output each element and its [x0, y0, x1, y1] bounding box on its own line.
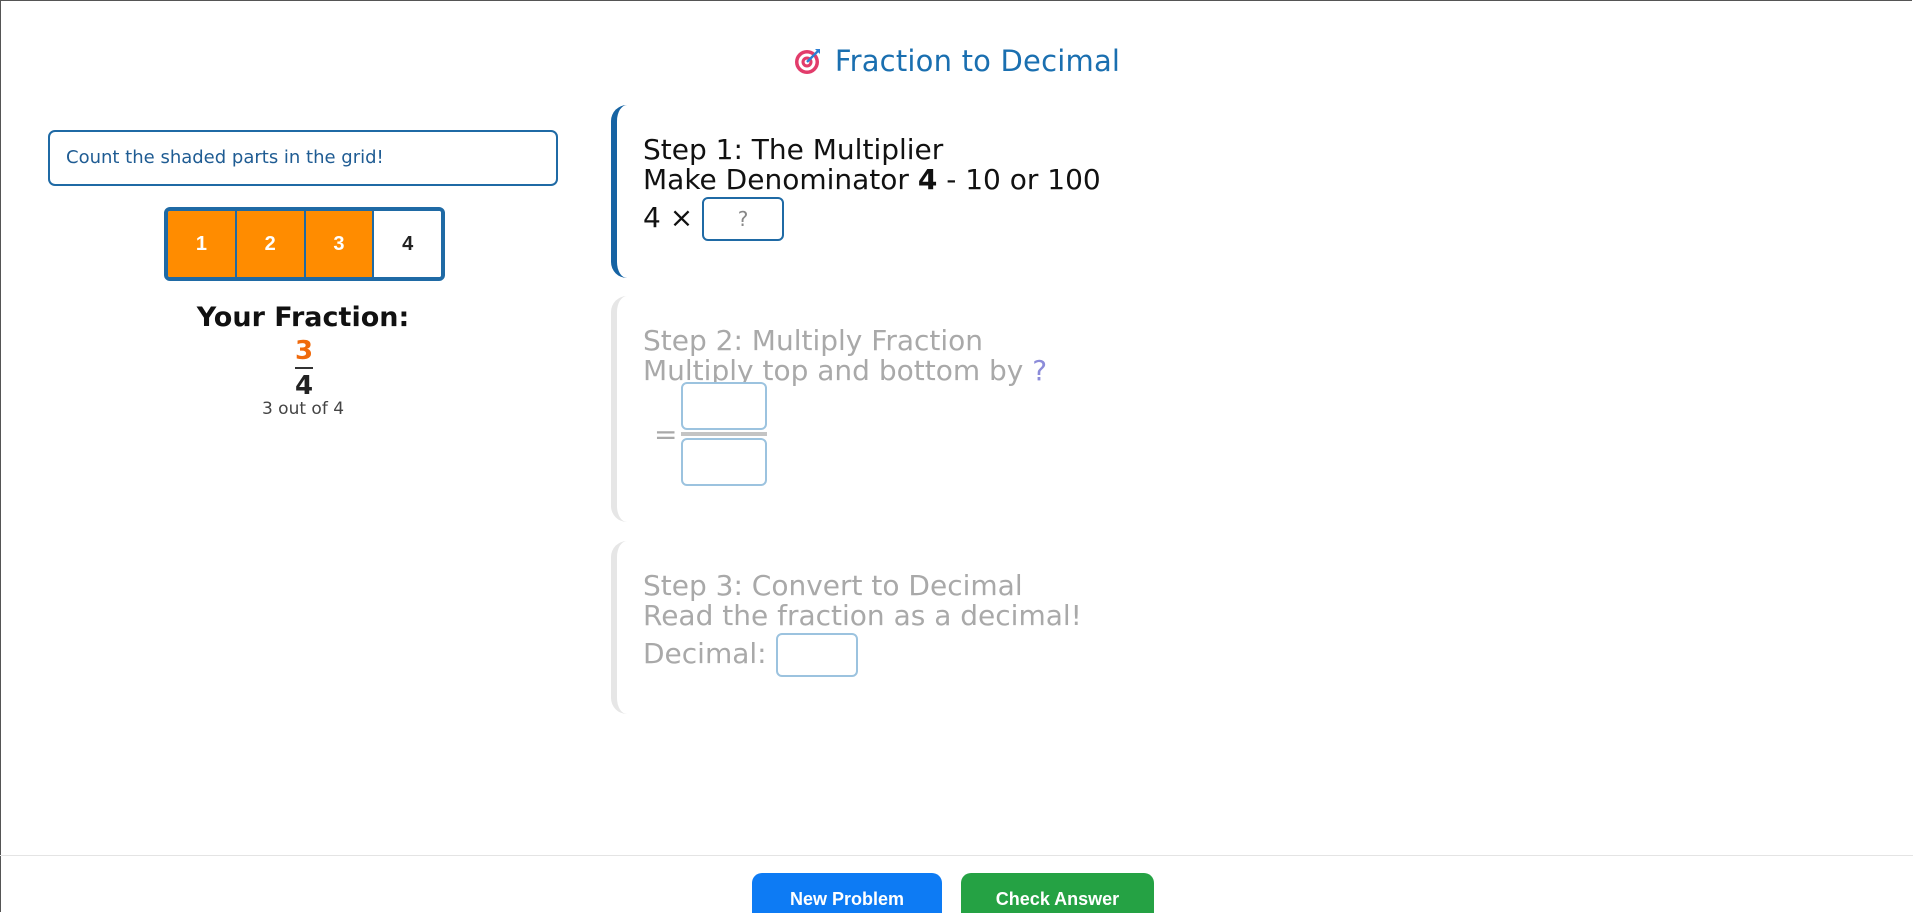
- new-fraction-inputs: [681, 382, 767, 486]
- target-icon: [794, 49, 820, 74]
- step-3-heading: Step 3: Convert to Decimal: [643, 569, 1023, 602]
- step-1-equation-prefix: 4 ×: [643, 201, 694, 234]
- page-title-text: Fraction to Decimal: [834, 44, 1121, 78]
- step-1-instruction-suffix: - 10 or 100: [937, 163, 1101, 196]
- fraction-numerator: 3: [294, 336, 314, 366]
- grid-cell[interactable]: 4: [374, 211, 441, 277]
- fraction-denominator: 4: [294, 371, 314, 401]
- fraction-bar: [295, 367, 313, 369]
- new-denominator-input[interactable]: [681, 438, 767, 486]
- grid-cell[interactable]: 1: [168, 211, 237, 277]
- step-1-equation: 4 × ?: [643, 197, 1311, 241]
- fraction-grid: 1234: [164, 207, 445, 281]
- step-3-decimal-row: Decimal:: [643, 633, 1311, 677]
- step-1-card: Step 1: The Multiplier Make Denominator …: [611, 105, 1311, 278]
- new-numerator-input[interactable]: [681, 382, 767, 430]
- multiplier-input[interactable]: ?: [702, 197, 785, 241]
- grid-cell[interactable]: 2: [236, 211, 306, 277]
- your-fraction-label: Your Fraction:: [196, 302, 410, 333]
- footer-divider: [0, 855, 1913, 856]
- decimal-label: Decimal:: [643, 637, 767, 670]
- step-3-instruction: Read the fraction as a decimal!: [643, 599, 1082, 632]
- step-2-heading: Step 2: Multiply Fraction: [643, 324, 984, 357]
- hint-box: Count the shaded parts in the grid!: [48, 130, 558, 186]
- step-1-heading: Step 1: The Multiplier: [643, 133, 944, 166]
- step-2-multiplier-value: ?: [1032, 354, 1048, 387]
- equals-sign: =: [654, 418, 678, 451]
- page-title: Fraction to Decimal: [0, 44, 1913, 78]
- new-problem-button[interactable]: New Problem: [752, 873, 942, 913]
- new-fraction-bar: [681, 432, 767, 436]
- check-answer-button[interactable]: Check Answer: [961, 873, 1154, 913]
- step-1-instruction: Make Denominator 4 - 10 or 100: [643, 165, 1311, 195]
- step-1-instruction-prefix: Make Denominator: [643, 163, 918, 196]
- fraction-display: 3 4: [278, 336, 330, 401]
- step-1-denominator: 4: [917, 163, 938, 196]
- grid-cell[interactable]: 3: [305, 211, 375, 277]
- step-3-card: Step 3: Convert to Decimal Read the frac…: [611, 541, 1311, 714]
- decimal-input[interactable]: [775, 633, 858, 677]
- fraction-caption: 3 out of 4: [261, 399, 345, 419]
